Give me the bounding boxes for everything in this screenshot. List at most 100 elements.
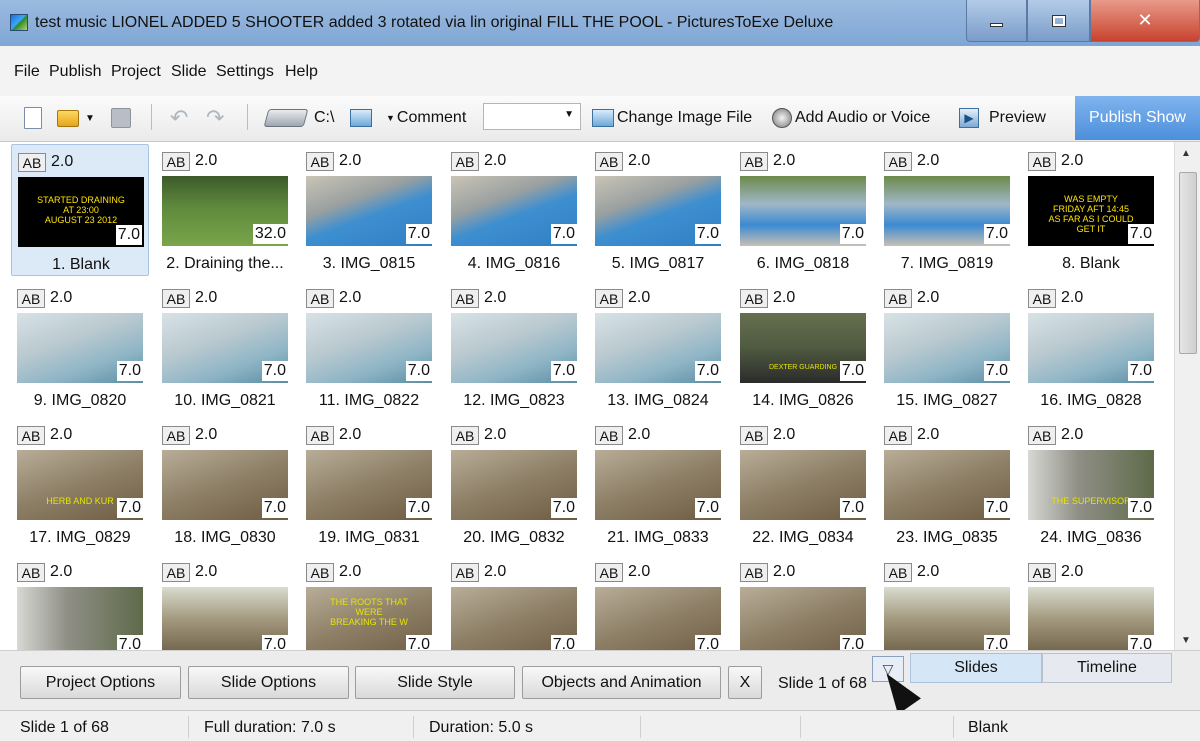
- transition-effect-button[interactable]: AB: [306, 563, 334, 582]
- slide-thumbnail[interactable]: AB 2.0 7.0 18. IMG_0830: [156, 418, 294, 550]
- transition-effect-button[interactable]: AB: [162, 563, 190, 582]
- slide-thumbnail[interactable]: AB 2.0 WAS EMPTY FRIDAY AFT 14:45 AS FAR A…: [1022, 144, 1160, 276]
- project-options-button[interactable]: Project Options: [20, 666, 181, 699]
- tab-timeline[interactable]: Timeline: [1042, 653, 1172, 683]
- slide-duration[interactable]: 7.0: [405, 361, 432, 381]
- slide-thumbnail[interactable]: AB 2.0 THE SUPERVISOR 7.0 24. IMG_0836: [1022, 418, 1160, 550]
- transition-effect-button[interactable]: AB: [595, 563, 623, 582]
- slide-duration[interactable]: 7.0: [694, 224, 721, 244]
- slide-duration[interactable]: 7.0: [1127, 361, 1154, 381]
- slide-thumbnail[interactable]: AB 2.0 7.0 12. IMG_0823: [445, 281, 583, 413]
- transition-effect-button[interactable]: AB: [1028, 426, 1056, 445]
- slide-thumbnail[interactable]: AB 2.0 7.0: [11, 555, 149, 650]
- slide-duration[interactable]: 32.0: [252, 224, 288, 244]
- menu-settings[interactable]: Settings: [216, 63, 274, 81]
- slide-duration[interactable]: 7.0: [983, 498, 1010, 518]
- new-project-button[interactable]: [24, 106, 42, 130]
- transition-effect-button[interactable]: AB: [1028, 563, 1056, 582]
- tab-slides[interactable]: Slides: [910, 653, 1042, 683]
- slide-thumbnail[interactable]: AB 2.0 7.0 22. IMG_0834: [734, 418, 872, 550]
- menu-publish[interactable]: Publish: [49, 63, 101, 81]
- slide-duration[interactable]: 7.0: [115, 225, 142, 245]
- comment-dropdown[interactable]: ▼: [483, 103, 581, 130]
- transition-effect-button[interactable]: AB: [162, 426, 190, 445]
- slide-thumbnail[interactable]: AB 2.0 7.0: [589, 555, 727, 650]
- slide-thumbnail[interactable]: AB 2.0 7.0 16. IMG_0828: [1022, 281, 1160, 413]
- transition-effect-button[interactable]: AB: [884, 289, 912, 308]
- slide-duration[interactable]: 7.0: [983, 361, 1010, 381]
- slide-thumbnail[interactable]: AB 2.0 7.0: [734, 555, 872, 650]
- slide-duration[interactable]: 7.0: [261, 635, 288, 650]
- menu-help[interactable]: Help: [285, 63, 318, 81]
- slide-duration[interactable]: 7.0: [405, 498, 432, 518]
- transition-effect-button[interactable]: AB: [740, 426, 768, 445]
- transition-effect-button[interactable]: AB: [740, 289, 768, 308]
- slide-thumbnail[interactable]: AB 2.0 7.0 4. IMG_0816: [445, 144, 583, 276]
- slide-duration[interactable]: 7.0: [1127, 498, 1154, 518]
- scroll-thumb[interactable]: [1179, 172, 1197, 354]
- transition-effect-button[interactable]: AB: [595, 426, 623, 445]
- menu-file[interactable]: File: [14, 63, 40, 81]
- slide-duration[interactable]: 7.0: [116, 498, 143, 518]
- slide-duration[interactable]: 7.0: [839, 498, 866, 518]
- slide-duration[interactable]: 7.0: [261, 498, 288, 518]
- slide-thumbnail[interactable]: AB 2.0 7.0 20. IMG_0832: [445, 418, 583, 550]
- close-x-button[interactable]: X: [728, 666, 762, 699]
- transition-effect-button[interactable]: AB: [740, 563, 768, 582]
- transition-effect-button[interactable]: AB: [595, 289, 623, 308]
- minimize-button[interactable]: [966, 0, 1027, 42]
- scroll-down-icon[interactable]: ▼: [1181, 635, 1191, 646]
- slide-thumbnail[interactable]: AB 2.0 7.0 15. IMG_0827: [878, 281, 1016, 413]
- slide-thumbnail[interactable]: AB 2.0 DEXTER GUARDING 7.0 14. IMG_0826: [734, 281, 872, 413]
- slide-thumbnail[interactable]: AB 2.0 HERB AND KUR 7.0 17. IMG_0829: [11, 418, 149, 550]
- slide-duration[interactable]: 7.0: [550, 498, 577, 518]
- slide-thumbnail[interactable]: AB 2.0 7.0 13. IMG_0824: [589, 281, 727, 413]
- slide-thumbnail[interactable]: AB 2.0 32.0 2. Draining the...: [156, 144, 294, 276]
- comment-button[interactable]: ▼ Comment: [386, 106, 466, 130]
- slide-options-button[interactable]: Slide Options: [188, 666, 349, 699]
- menu-slide[interactable]: Slide: [171, 63, 207, 81]
- transition-effect-button[interactable]: AB: [306, 426, 334, 445]
- transition-effect-button[interactable]: AB: [1028, 152, 1056, 171]
- slide-thumbnail[interactable]: AB 2.0 7.0: [1022, 555, 1160, 650]
- redo-button[interactable]: ↷: [206, 105, 224, 130]
- slide-duration[interactable]: 7.0: [694, 498, 721, 518]
- slide-list[interactable]: AB 2.0 STARTED DRAINING AT 23:00 AUGUST 23…: [0, 142, 1174, 650]
- slide-thumbnail[interactable]: AB 2.0 7.0 5. IMG_0817: [589, 144, 727, 276]
- slide-thumbnail[interactable]: AB 2.0 7.0: [445, 555, 583, 650]
- slide-thumbnail[interactable]: AB 2.0 7.0 23. IMG_0835: [878, 418, 1016, 550]
- transition-effect-button[interactable]: AB: [17, 563, 45, 582]
- slide-thumbnail[interactable]: AB 2.0 7.0 6. IMG_0818: [734, 144, 872, 276]
- scroll-up-icon[interactable]: ▲: [1181, 148, 1191, 159]
- slide-duration[interactable]: 7.0: [550, 361, 577, 381]
- slide-duration[interactable]: 7.0: [405, 224, 432, 244]
- slide-duration[interactable]: 7.0: [839, 224, 866, 244]
- transition-effect-button[interactable]: AB: [17, 426, 45, 445]
- slide-duration[interactable]: 7.0: [694, 361, 721, 381]
- transition-effect-button[interactable]: AB: [18, 153, 46, 172]
- menu-project[interactable]: Project: [111, 63, 161, 81]
- maximize-button[interactable]: [1027, 0, 1090, 42]
- slide-duration[interactable]: 7.0: [839, 361, 866, 381]
- slide-duration[interactable]: 7.0: [983, 224, 1010, 244]
- slide-duration[interactable]: 7.0: [839, 635, 866, 650]
- transition-effect-button[interactable]: AB: [451, 563, 479, 582]
- change-image-button[interactable]: Change Image File: [592, 106, 752, 130]
- slide-thumbnail[interactable]: AB 2.0 7.0 10. IMG_0821: [156, 281, 294, 413]
- slide-duration[interactable]: 7.0: [116, 361, 143, 381]
- transition-effect-button[interactable]: AB: [162, 152, 190, 171]
- slide-duration[interactable]: 7.0: [116, 635, 143, 650]
- transition-effect-button[interactable]: AB: [884, 426, 912, 445]
- slide-thumbnail[interactable]: AB 2.0 THE ROOTS THAT WERE BREAKING THE W 7…: [300, 555, 438, 650]
- slide-duration[interactable]: 7.0: [550, 224, 577, 244]
- drive-button[interactable]: C:\: [263, 106, 334, 130]
- slide-thumbnail[interactable]: AB 2.0 7.0 9. IMG_0820: [11, 281, 149, 413]
- slide-duration[interactable]: 7.0: [1127, 224, 1154, 244]
- transition-effect-button[interactable]: AB: [17, 289, 45, 308]
- transition-effect-button[interactable]: AB: [451, 289, 479, 308]
- slide-thumbnail[interactable]: AB 2.0 STARTED DRAINING AT 23:00 AUGUST 23…: [11, 144, 149, 276]
- transition-effect-button[interactable]: AB: [451, 426, 479, 445]
- undo-button[interactable]: ↶: [170, 105, 188, 130]
- preview-button[interactable]: ▶ Preview: [959, 106, 1046, 130]
- slide-duration[interactable]: 7.0: [694, 635, 721, 650]
